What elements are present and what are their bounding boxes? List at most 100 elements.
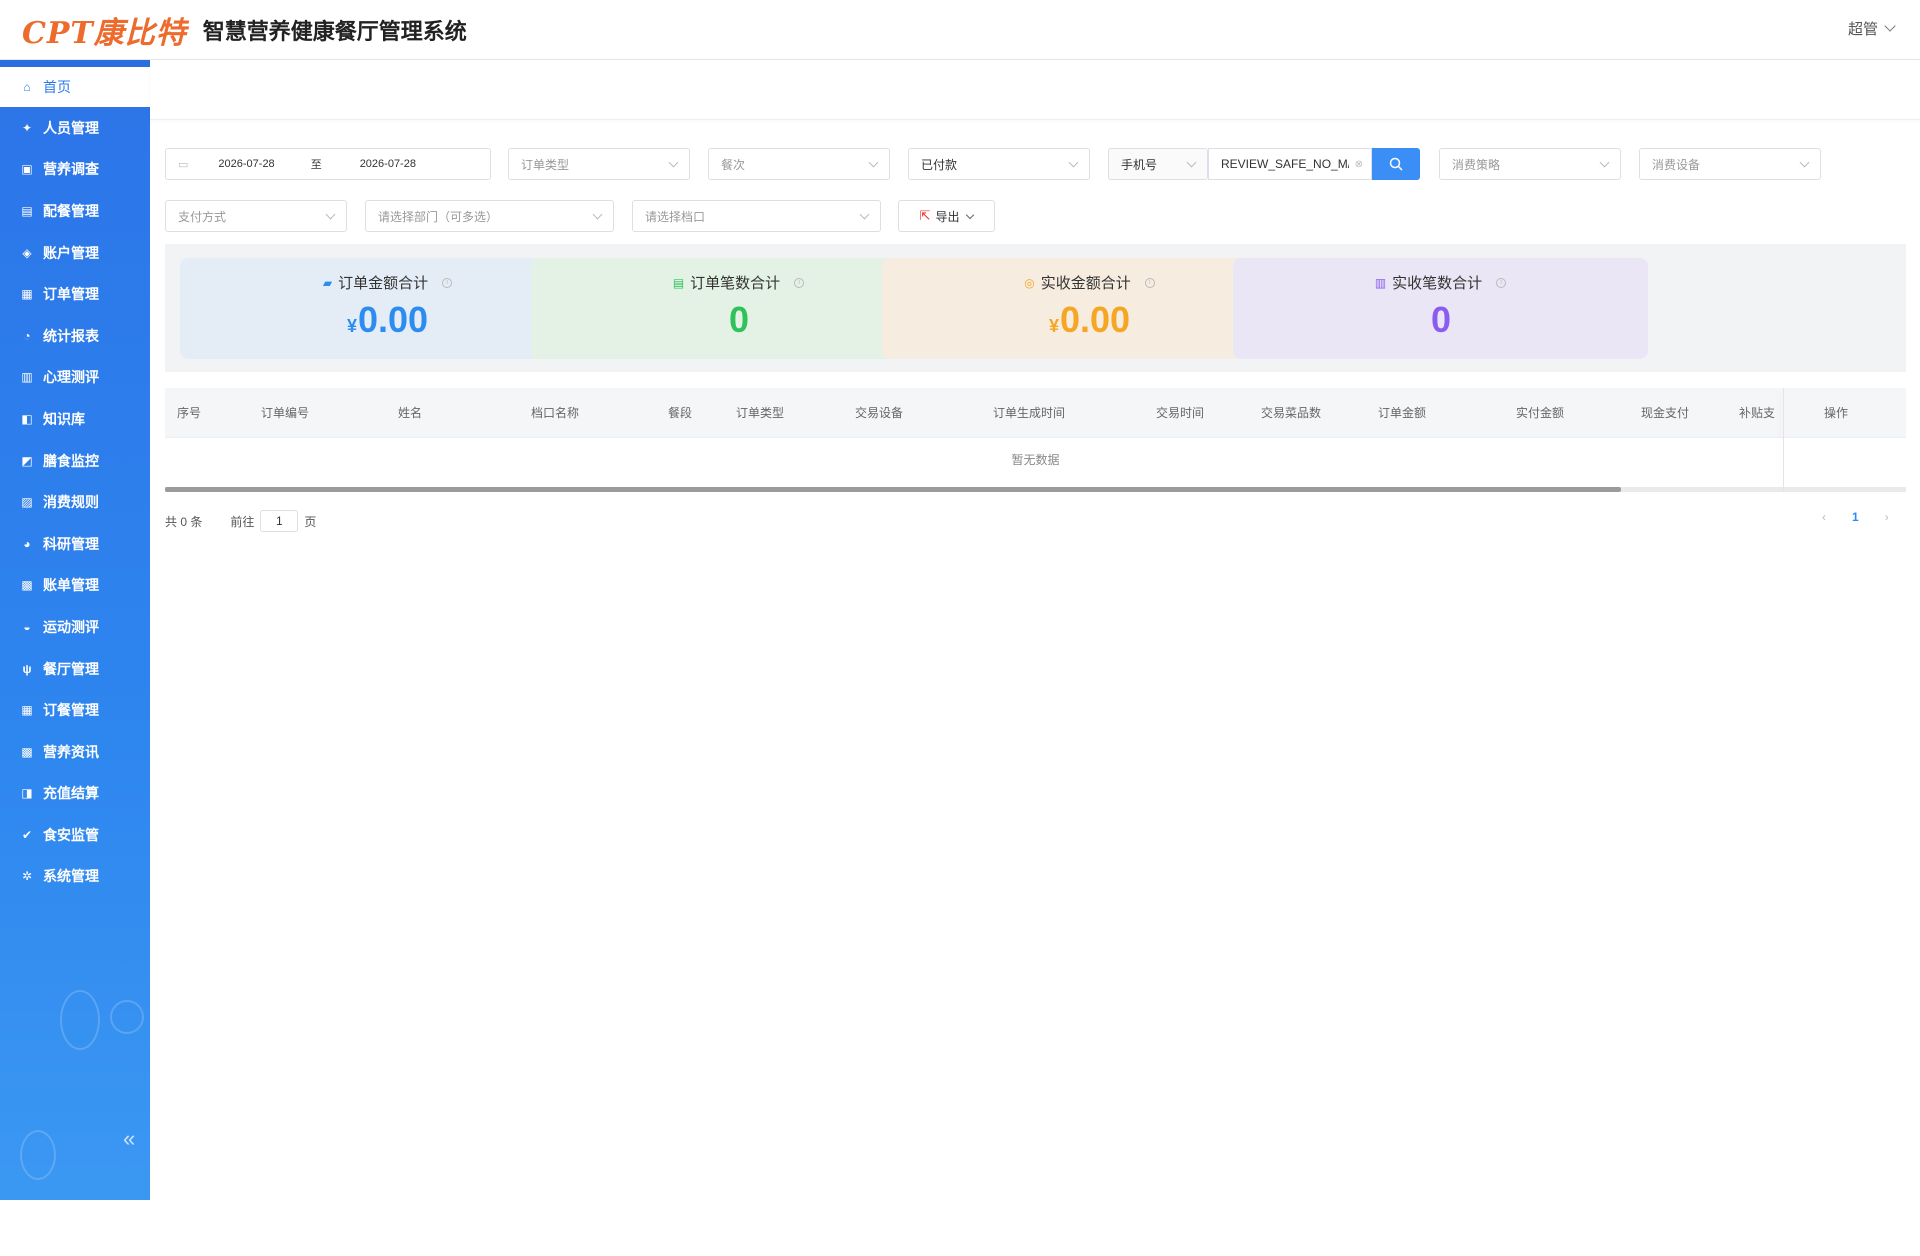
home-icon: ⌂ [23,80,31,94]
main-content: ▭ 2026-07-28 至 2026-07-28 订单类型 餐次 已付款 手机… [150,121,1920,1200]
search-type-select[interactable]: 手机号 [1108,148,1208,180]
currency-symbol: ¥ [346,316,357,336]
horizontal-scrollbar[interactable] [165,487,1906,492]
gear-icon: ✲ [21,869,33,884]
search-input[interactable]: REVIEW_SAFE_NO_M/ ⊗ [1208,148,1372,180]
total-count: 共 0 条 [165,514,203,529]
info-icon[interactable]: i [1496,277,1507,288]
scrollbar-thumb[interactable] [165,487,1621,492]
sidebar-item-12[interactable]: ▩ 账单管理 [0,565,150,607]
decor-carrot-icon [60,990,100,1050]
monitor-icon: ◩ [21,453,33,468]
sidebar-item-label: 订单管理 [43,286,99,303]
department-select[interactable]: 请选择部门（可多选） [365,200,614,232]
meal-select[interactable]: 餐次 [708,148,890,180]
order-type-select[interactable]: 订单类型 [508,148,690,180]
column-header: 交易设备 [855,406,904,420]
card-value-row: 0 [1233,299,1648,341]
search-icon [1389,157,1403,171]
sidebar-item-2[interactable]: ▣ 营养调查 [0,149,150,191]
column-header: 订单金额 [1378,406,1427,420]
collapse-sidebar-icon[interactable]: « [123,1126,135,1152]
sidebar-item-10[interactable]: ▨ 消费规则 [0,481,150,523]
pay-status-select[interactable]: 已付款 [908,148,1090,180]
sidebar-item-label: 营养资讯 [43,743,99,760]
sidebar-item-6[interactable]: ◔ 统计报表 [0,315,150,357]
sidebar-item-1[interactable]: ✦ 人员管理 [0,107,150,149]
date-range-picker[interactable]: ▭ 2026-07-28 至 2026-07-28 [165,148,491,180]
card-value: 0 [1430,299,1452,340]
order-icon: ▦ [21,287,33,302]
info-icon[interactable]: i [1144,277,1155,288]
top-header: CPT康比特 智慧营养健康餐厅管理系统 超管 [0,0,1920,60]
table-header: 序号 订单编号 姓名 档口名称 餐段 订单类型 交易设备 订单生成时间 交易时间 交易菜品数 订单金… [165,388,1906,438]
info-icon[interactable]: i [442,277,453,288]
column-header: 姓名 [398,406,423,420]
column-header: 序号 [177,406,202,420]
pay-method-select[interactable]: 支付方式 [165,200,347,232]
device-select[interactable]: 消费设备 [1639,148,1821,180]
sidebar-item-19[interactable]: ✲ 系统管理 [0,856,150,898]
sidebar-item-14[interactable]: ψ 餐厅管理 [0,648,150,690]
list-icon: ▥ [1374,275,1387,290]
wallet-icon: ▰ [322,275,333,290]
sidebar-item-4[interactable]: ◈ 账户管理 [0,232,150,274]
user-menu[interactable]: 超管 [1847,18,1896,39]
coins-icon: ◎ [1024,275,1035,290]
sidebar-item-9[interactable]: ◩ 膳食监控 [0,440,150,482]
clear-icon[interactable]: ⊗ [1355,159,1363,170]
sidebar-item-5[interactable]: ▦ 订单管理 [0,273,150,315]
column-header: 餐段 [668,406,693,420]
department-placeholder: 请选择部门（可多选） [378,209,499,224]
search-type-value: 手机号 [1121,157,1158,172]
summary-cards: ▰ 订单金额合计 i ¥0.00 ▤ 订单笔数合计 i 0 ◎ 实收金额合计 i ¥0.00 ▥ 实收笔数… [165,244,1906,372]
sidebar-item-13[interactable]: ◒ 运动测评 [0,606,150,648]
chevron-down-icon [868,157,879,168]
chevron-down-icon [1799,157,1810,168]
sidebar-item-label: 运动测评 [43,618,99,635]
pagination-right: ‹ 1 › [1822,510,1889,524]
search-button[interactable] [1372,148,1420,180]
sidebar-item-label: 配餐管理 [43,202,99,219]
prev-page-icon[interactable]: ‹ [1822,510,1826,524]
research-icon: ◕ [23,536,31,551]
date-separator: 至 [310,159,322,171]
column-header: 补贴支 [1739,406,1776,420]
page-number-current[interactable]: 1 [1852,510,1859,524]
pay-method-placeholder: 支付方式 [178,209,227,224]
sidebar-item-label: 膳食监控 [43,452,99,469]
sidebar-item-3[interactable]: ▤ 配餐管理 [0,190,150,232]
people-icon: ✦ [21,120,33,135]
sidebar-item-7[interactable]: ▥ 心理测评 [0,357,150,399]
device-placeholder: 消费设备 [1652,157,1701,172]
info-icon[interactable]: i [794,277,805,288]
knowledge-icon: ◧ [21,411,33,426]
brand-logo[interactable]: CPT康比特 [22,8,187,52]
card-title: 实收笔数合计 [1392,275,1483,292]
empty-state: 暂无数据 [1011,453,1060,467]
sidebar-item-18[interactable]: ✔ 食安监管 [0,814,150,856]
column-header: 交易菜品数 [1261,406,1322,420]
sidebar-item-0[interactable]: ⌂ 首页 [0,67,150,107]
stall-placeholder: 请选择档口 [645,209,706,224]
sidebar-item-16[interactable]: ▩ 营养资讯 [0,731,150,773]
sidebar-item-label: 科研管理 [43,535,99,552]
user-name: 超管 [1847,21,1878,38]
chevron-down-icon [859,209,870,220]
next-page-icon[interactable]: › [1885,510,1889,524]
chevron-down-icon [1068,157,1079,168]
sidebar: ⌂ 首页 ✦ 人员管理 ▣ 营养调查 ▤ 配餐管理 ◈ 账户管理 ▦ 订单管理 ◔ 统计报表 ▥ 心理测评 ◧ 知… [0,60,150,1256]
sidebar-item-11[interactable]: ◕ 科研管理 [0,523,150,565]
sidebar-item-8[interactable]: ◧ 知识库 [0,398,150,440]
sidebar-item-15[interactable]: ▦ 订餐管理 [0,689,150,731]
sidebar-top-strip [0,60,150,67]
search-input-value: REVIEW_SAFE_NO_M/ [1221,157,1349,171]
export-button[interactable]: ⇱ 导出 [898,200,995,232]
export-icon: ⇱ [919,208,931,223]
sidebar-item-17[interactable]: ◨ 充值结算 [0,773,150,815]
page-jump-input[interactable]: 1 [260,510,299,532]
wallet-icon: ◨ [21,786,33,801]
stall-select[interactable]: 请选择档口 [632,200,881,232]
strategy-select[interactable]: 消费策略 [1439,148,1621,180]
shield-icon: ✔ [21,827,33,842]
